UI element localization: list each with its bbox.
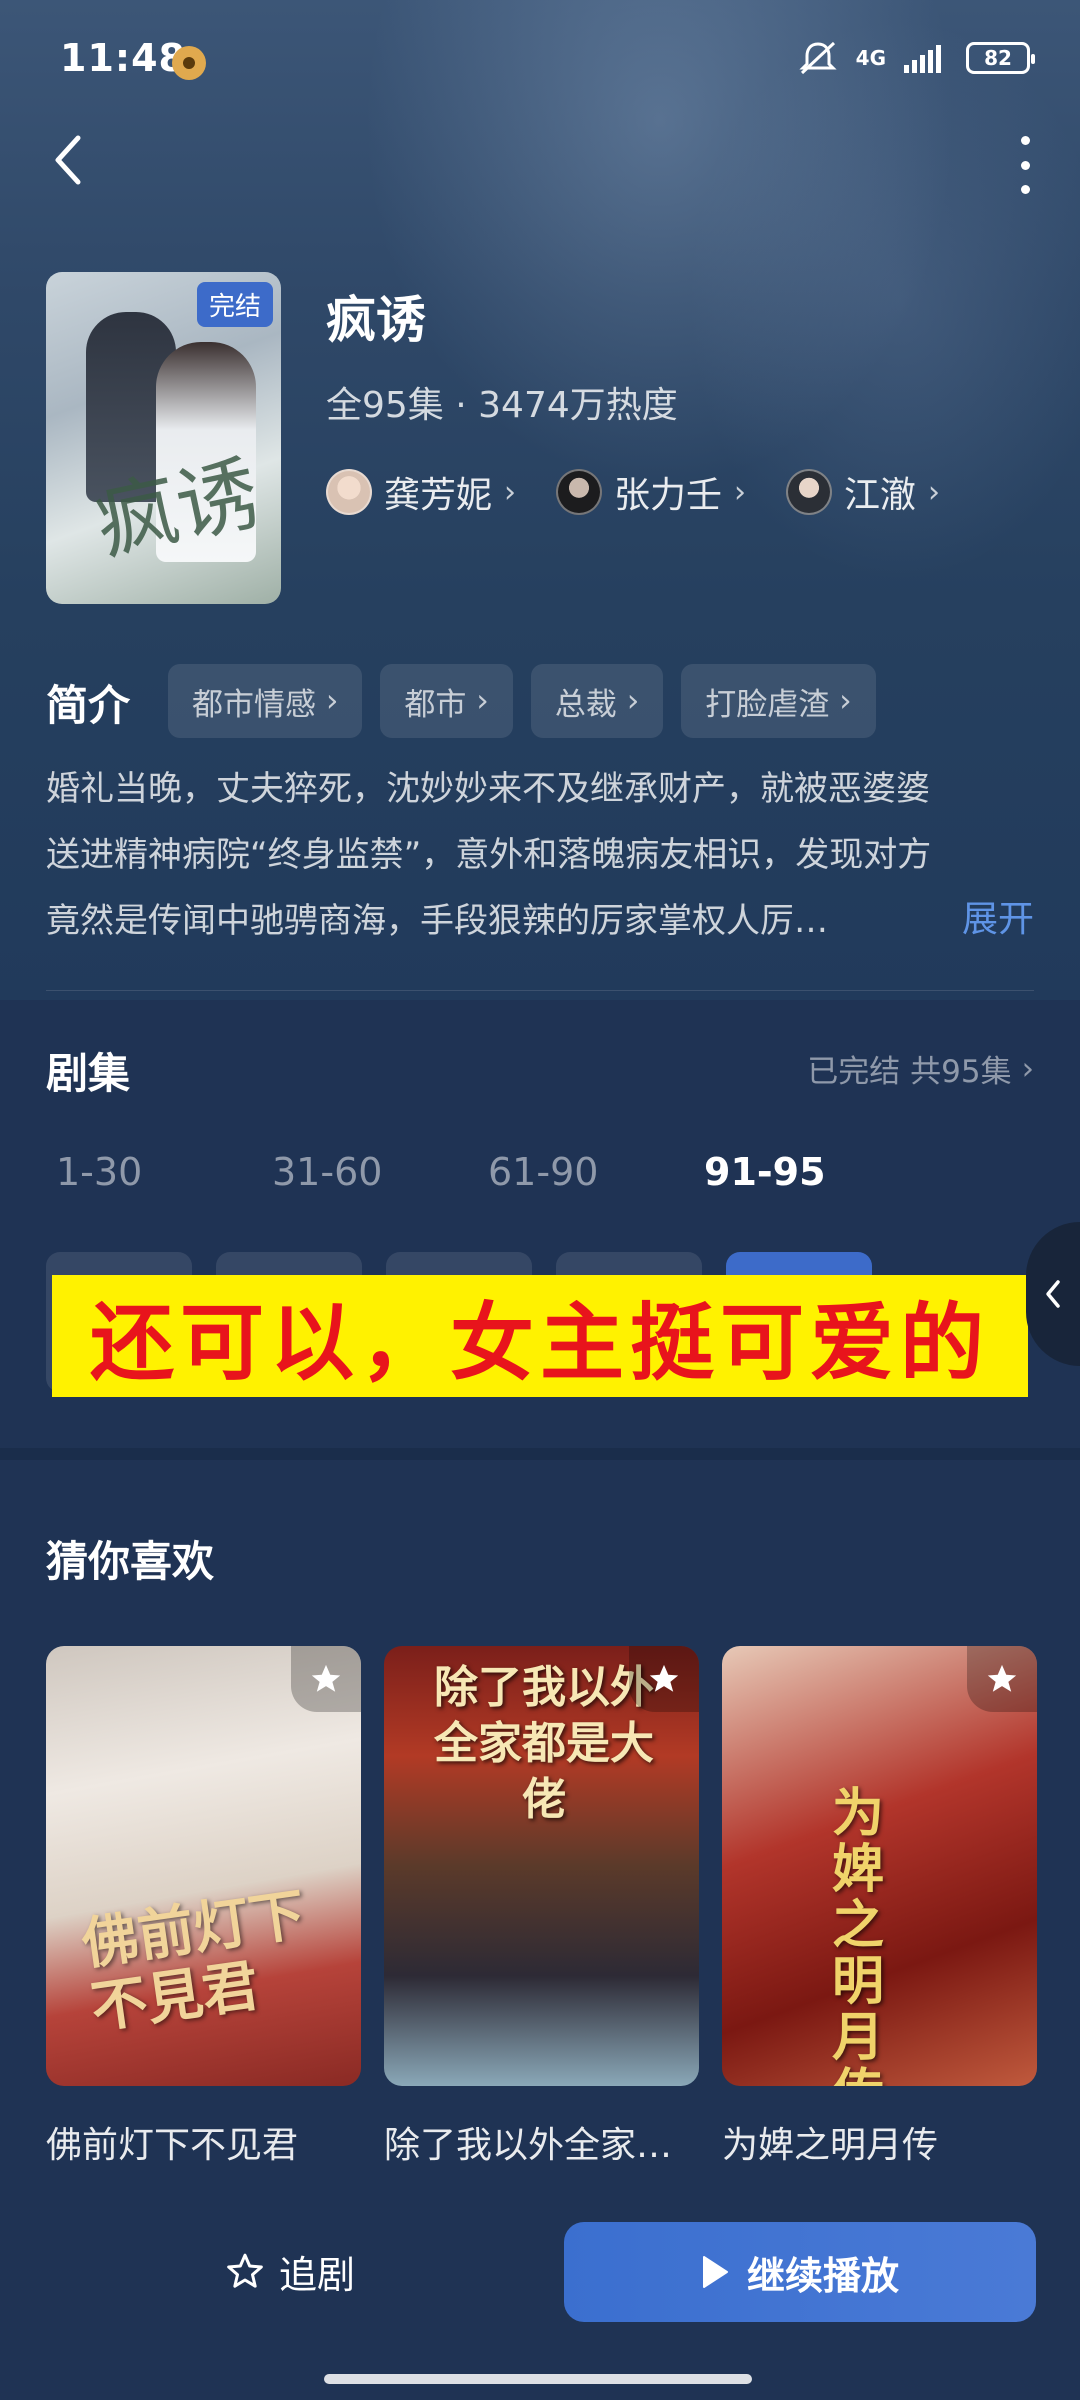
star-outline-icon xyxy=(227,2253,263,2288)
tab-range[interactable]: 1-30 xyxy=(56,1150,272,1194)
continue-play-button[interactable]: 继续播放 xyxy=(564,2222,1036,2322)
chevron-right-icon: › xyxy=(1021,1050,1034,1087)
chevron-right-icon: › xyxy=(504,474,517,510)
avatar xyxy=(326,469,372,515)
recommend-card[interactable]: 除了我以外全家都是大佬 除了我以外全家都是大佬 xyxy=(384,1646,699,2168)
recommend-list: 佛前灯下不見君 佛前灯下不见君 除了我以外全家都是大佬 除了我以外全家都是大佬 … xyxy=(46,1646,1037,2168)
poster-title-art: 为婢之明月传 xyxy=(832,1783,885,2087)
chevron-right-icon: › xyxy=(928,474,941,510)
favorite-star-icon[interactable] xyxy=(967,1646,1037,1712)
tab-range[interactable]: 61-90 xyxy=(488,1150,704,1194)
drama-meta: 全95集 · 3474万热度 xyxy=(326,385,678,426)
intro-heading: 简介 xyxy=(46,681,131,730)
play-icon xyxy=(702,2256,728,2288)
caption-text: 还可以，女主挺可爱的 xyxy=(89,1293,990,1392)
more-options-button[interactable] xyxy=(1010,130,1040,200)
poster-title-art: 除了我以外全家都是大佬 xyxy=(434,1662,654,1825)
recommend-card[interactable]: 佛前灯下不見君 佛前灯下不见君 xyxy=(46,1646,361,2168)
episodes-status-link[interactable]: 已完结 共95集 › xyxy=(807,1046,1034,1091)
status-icons: 4G 82 xyxy=(798,40,1035,76)
chevron-right-icon: › xyxy=(734,474,747,510)
genre-tag[interactable]: 都市 › xyxy=(380,664,513,738)
recommend-title: 为婢之明月传 xyxy=(722,2125,939,2166)
episode-range-tabs: 1-30 31-60 61-90 91-95 xyxy=(56,1150,920,1194)
back-button[interactable] xyxy=(48,130,98,190)
chevron-right-icon: › xyxy=(626,683,640,719)
episodes-heading: 剧集 xyxy=(46,1049,131,1098)
back-arrow-icon xyxy=(55,135,81,185)
avatar xyxy=(786,469,833,515)
cast-item[interactable]: 张力壬 › xyxy=(556,466,746,518)
cast-item[interactable]: 龚芳妮 › xyxy=(326,466,516,518)
caption-banner: 还可以，女主挺可爱的 xyxy=(52,1275,1028,1397)
follow-button[interactable]: 追剧 xyxy=(150,2236,430,2306)
recommend-heading: 猜你喜欢 xyxy=(46,1537,215,1586)
genre-tags: 都市情感 › 都市 › 总裁 › 打脸虐渣 › xyxy=(168,664,876,738)
battery-indicator: 82 xyxy=(966,42,1035,74)
mute-icon xyxy=(799,41,837,75)
synopsis-line: 竟然是传闻中驰骋商海，手段狠辣的厉家掌权人厉… xyxy=(46,901,828,941)
genre-tag[interactable]: 总裁 › xyxy=(530,664,664,738)
cast-name: 龚芳妮 xyxy=(384,475,493,516)
cast-name: 江澈 xyxy=(844,475,917,516)
cast-list: 龚芳妮 › 张力壬 › 江澈 › xyxy=(326,466,940,518)
genre-tag[interactable]: 打脸虐渣 › xyxy=(681,664,876,738)
section-separator xyxy=(0,1448,1080,1460)
more-dot-icon xyxy=(1020,185,1030,194)
genre-tag[interactable]: 都市情感 › xyxy=(168,664,363,738)
divider xyxy=(46,990,1034,991)
recommend-title: 除了我以外全家都是大佬 xyxy=(384,2125,699,2166)
home-indicator[interactable] xyxy=(324,2374,752,2384)
play-label: 继续播放 xyxy=(746,2253,899,2298)
cast-item[interactable]: 江澈 › xyxy=(786,466,940,518)
recommend-card[interactable]: 为婢之明月传 为婢之明月传 xyxy=(722,1646,1037,2168)
cast-name: 张力壬 xyxy=(614,475,723,516)
notification-icon xyxy=(172,46,206,80)
more-dot-icon xyxy=(1020,136,1030,145)
network-type: 4G xyxy=(855,46,886,70)
synopsis-line: 送进精神病院“终身监禁”，意外和落魄病友相识，发现对方 xyxy=(46,835,932,875)
drama-poster[interactable]: 疯诱 完结 xyxy=(46,272,281,604)
chevron-right-icon: › xyxy=(476,683,489,719)
synopsis: 婚礼当晚，丈夫猝死，沈妙妙来不及继承财产，就被恶婆婆 送进精神病院“终身监禁”，… xyxy=(46,756,1036,954)
expand-link[interactable]: 展开 xyxy=(962,890,1034,942)
status-time: 11:48 xyxy=(60,36,186,80)
avatar xyxy=(556,469,603,515)
favorite-star-icon[interactable] xyxy=(629,1646,699,1712)
signal-icon xyxy=(904,45,941,73)
more-dot-icon xyxy=(1020,160,1030,170)
recommend-poster: 为婢之明月传 xyxy=(722,1646,1037,2086)
follow-label: 追剧 xyxy=(278,2252,355,2297)
completed-badge: 完结 xyxy=(196,282,273,327)
tab-range-active[interactable]: 91-95 xyxy=(704,1150,920,1194)
favorite-star-icon[interactable] xyxy=(291,1646,361,1712)
synopsis-line: 婚礼当晚，丈夫猝死，沈妙妙来不及继承财产，就被恶婆婆 xyxy=(46,769,930,809)
chevron-left-icon xyxy=(1046,1280,1060,1308)
drama-title: 疯诱 xyxy=(326,291,426,349)
chevron-right-icon: › xyxy=(839,683,852,719)
recommend-poster: 佛前灯下不見君 xyxy=(46,1646,361,2086)
poster-title-art: 佛前灯下不見君 xyxy=(78,1881,310,2042)
tab-range[interactable]: 31-60 xyxy=(272,1150,488,1194)
chevron-right-icon: › xyxy=(326,683,339,719)
recommend-title: 佛前灯下不见君 xyxy=(46,2125,299,2166)
recommend-poster: 除了我以外全家都是大佬 xyxy=(384,1646,699,2086)
side-drawer-handle[interactable] xyxy=(1026,1222,1080,1366)
